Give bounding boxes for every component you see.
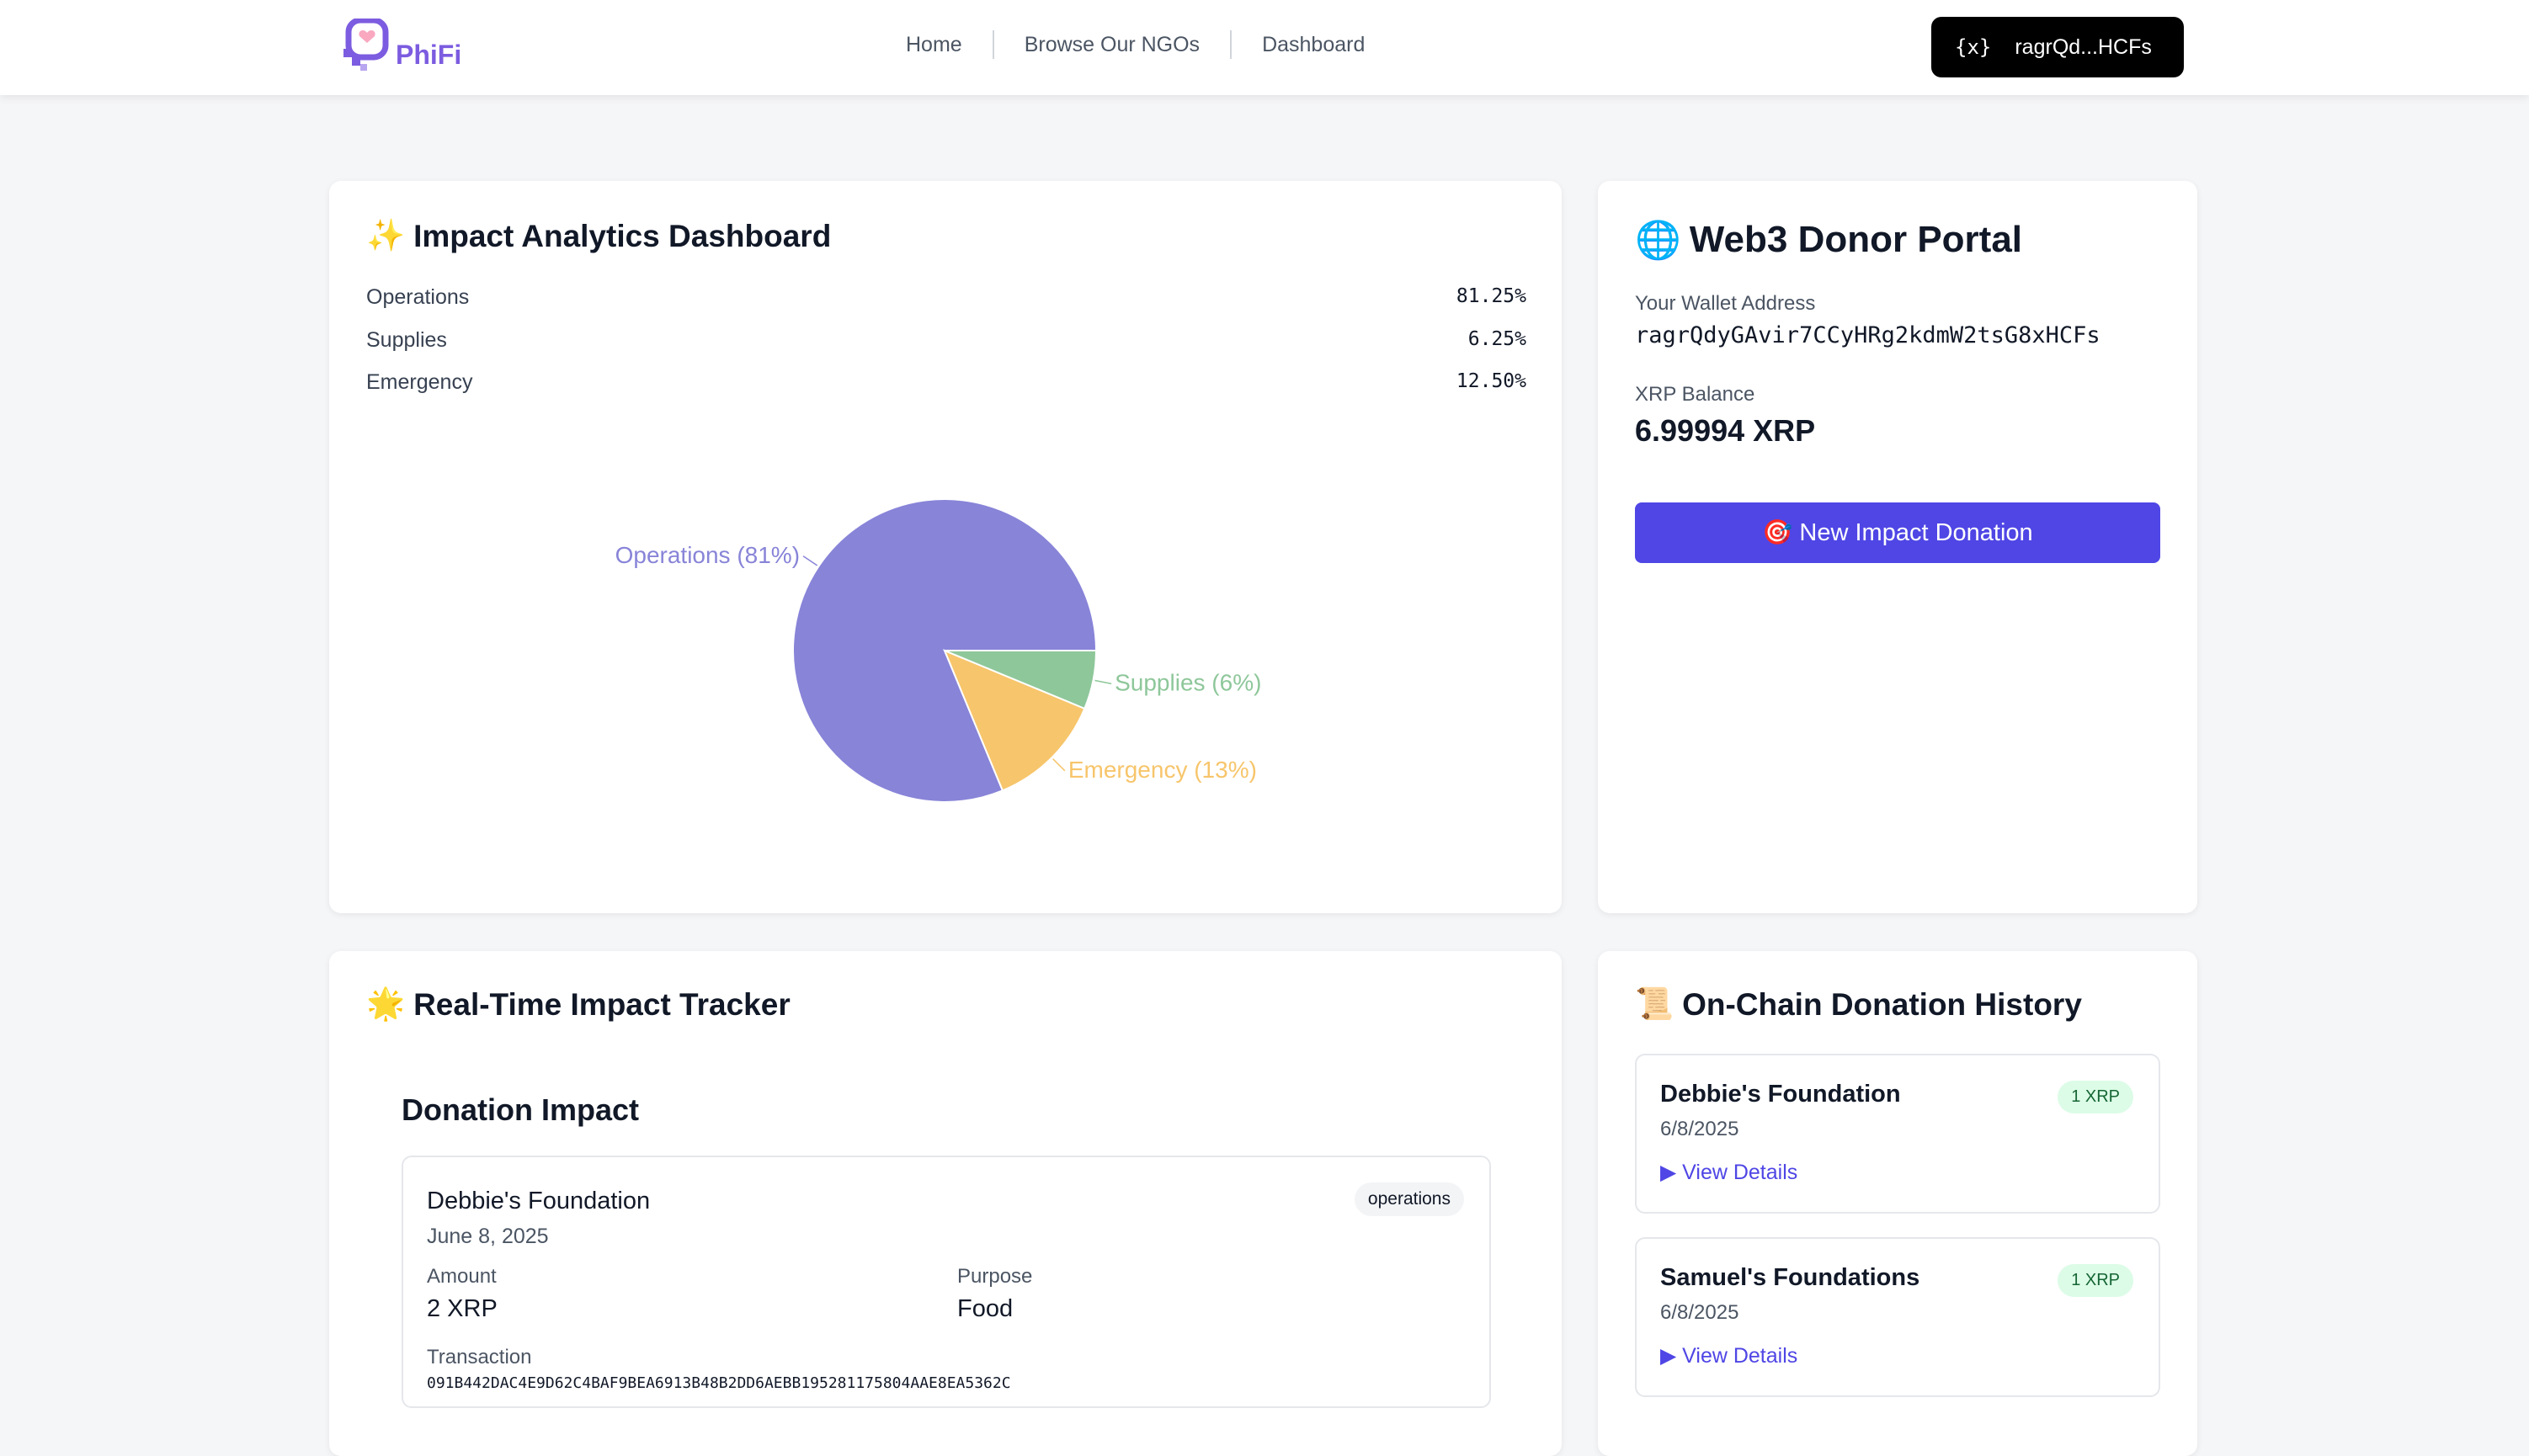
purpose-category-badge: operations	[1354, 1182, 1464, 1216]
target-icon: 🎯	[1762, 519, 1793, 546]
logo[interactable]: PhiFi	[342, 19, 461, 72]
view-details-label: View Details	[1682, 1344, 1798, 1368]
pie-label-operations: Operations (81%)	[615, 542, 800, 568]
history-amount-badge: 1 XRP	[2058, 1264, 2133, 1297]
purpose-label: Purpose	[957, 1265, 1033, 1288]
amount-value: 2 XRP	[427, 1295, 498, 1322]
card-title: 🌐 Web3 Donor Portal	[1635, 218, 2022, 262]
wallet-address-label: Your Wallet Address	[1635, 292, 1816, 315]
history-item[interactable]: Debbie's Foundation 6/8/2025 1 XRP ▶ Vie…	[1635, 1054, 2160, 1214]
card-title: 🌟 Real-Time Impact Tracker	[366, 986, 791, 1023]
top-navbar: PhiFi Home Browse Our NGOs Dashboard {x}…	[0, 0, 2529, 95]
pie-label-leader	[1052, 758, 1066, 772]
history-date: 6/8/2025	[1660, 1118, 1739, 1140]
xrp-balance-label: XRP Balance	[1635, 383, 1755, 406]
donation-history-card: 📜 On-Chain Donation History Debbie's Fou…	[1598, 951, 2197, 1456]
donation-impact-heading: Donation Impact	[402, 1092, 640, 1127]
nav-home-link[interactable]: Home	[876, 33, 993, 57]
globe-icon: 🌐	[1635, 220, 1681, 261]
view-details-label: View Details	[1682, 1161, 1798, 1184]
history-title: On-Chain Donation History	[1682, 986, 2082, 1022]
pie-label-leader	[802, 555, 818, 566]
donation-impact-item: Debbie's Foundation June 8, 2025 operati…	[402, 1156, 1491, 1408]
donate-button-label: New Impact Donation	[1799, 518, 2033, 546]
scroll-icon: 📜	[1635, 986, 1674, 1021]
nav-links: Home Browse Our NGOs Dashboard	[876, 30, 1395, 59]
wallet-short-address: ragrQd...HCFs	[2015, 35, 2152, 59]
xrp-wallet-icon: {x}	[1955, 35, 1992, 59]
impact-pie-chart: Operations (81%) Emergency (13%) Supplies …	[615, 498, 1261, 803]
logo-text: PhiFi	[396, 40, 462, 70]
purpose-value: Food	[957, 1295, 1014, 1322]
history-org-name: Debbie's Foundation	[1660, 1081, 1901, 1108]
impact-org-name: Debbie's Foundation	[427, 1188, 651, 1214]
new-impact-donation-button[interactable]: 🎯 New Impact Donation	[1635, 502, 2160, 563]
impact-date: June 8, 2025	[427, 1225, 549, 1248]
star-icon: 🌟	[366, 986, 406, 1021]
amount-label: Amount	[427, 1265, 497, 1288]
impact-analytics-card: ✨ Impact Analytics Dashboard Operations …	[329, 181, 1562, 913]
history-item[interactable]: Samuel's Foundations 6/8/2025 1 XRP ▶ Vi…	[1635, 1237, 2160, 1397]
tracker-title: Real-Time Impact Tracker	[413, 986, 791, 1022]
disclosure-triangle-icon: ▶	[1660, 1344, 1683, 1368]
transaction-label: Transaction	[427, 1346, 532, 1368]
view-details-toggle[interactable]: ▶ View Details	[1660, 1160, 1797, 1185]
portal-title: Web3 Donor Portal	[1689, 219, 2023, 260]
donor-portal-card: 🌐 Web3 Donor Portal Your Wallet Address …	[1598, 181, 2197, 913]
view-details-toggle[interactable]: ▶ View Details	[1660, 1343, 1797, 1368]
history-org-name: Samuel's Foundations	[1660, 1264, 1920, 1291]
card-title: 📜 On-Chain Donation History	[1635, 986, 2082, 1023]
logo-icon	[343, 19, 389, 71]
wallet-address-value: ragrQdyGAvir7CCyHRg2kdmW2tsG8xHCFs	[1635, 322, 2100, 348]
pie-label-leader	[1094, 679, 1112, 685]
nav-dashboard-link[interactable]: Dashboard	[1232, 33, 1395, 57]
wallet-connect-button[interactable]: {x} ragrQd...HCFs	[1931, 17, 2184, 77]
pie-label-supplies: Supplies (6%)	[1115, 669, 1261, 695]
nav-browse-ngos-link[interactable]: Browse Our NGOs	[994, 33, 1230, 57]
history-amount-badge: 1 XRP	[2058, 1081, 2133, 1113]
impact-tracker-card: 🌟 Real-Time Impact Tracker Donation Impa…	[329, 951, 1562, 1456]
xrp-balance-value: 6.99994 XRP	[1635, 413, 1816, 448]
history-date: 6/8/2025	[1660, 1301, 1739, 1324]
pie-label-emergency: Emergency (13%)	[1068, 757, 1257, 783]
disclosure-triangle-icon: ▶	[1660, 1161, 1683, 1184]
